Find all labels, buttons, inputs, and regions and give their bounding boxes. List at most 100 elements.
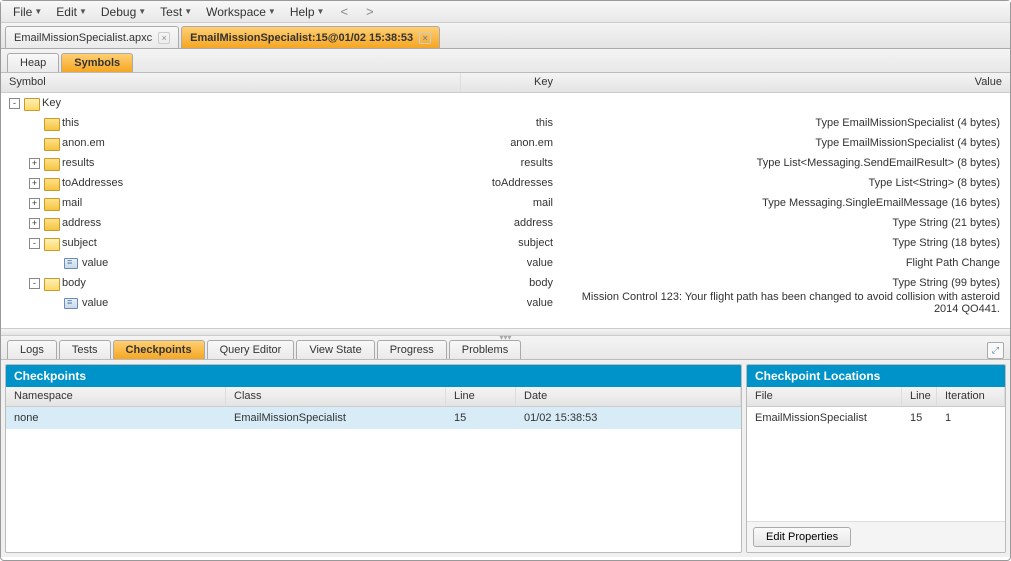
nav-fwd[interactable]: >	[358, 4, 382, 19]
expander-placeholder	[49, 258, 60, 269]
tree-row[interactable]: thisthisType EmailMissionSpecialist (4 b…	[1, 113, 1010, 133]
value-cell: Type String (99 bytes)	[561, 277, 1010, 289]
bottom-tab-view-state[interactable]: View State	[296, 340, 374, 359]
tree-row[interactable]: valuevalueFlight Path Change	[1, 253, 1010, 273]
value-cell: Type Messaging.SingleEmailMessage (16 by…	[561, 197, 1010, 209]
expand-icon[interactable]: +	[29, 158, 40, 169]
tree-row[interactable]: +mailmailType Messaging.SingleEmailMessa…	[1, 193, 1010, 213]
collapse-icon[interactable]: -	[29, 278, 40, 289]
col-symbol[interactable]: Symbol	[1, 73, 461, 92]
bottom-tab-checkpoints[interactable]: Checkpoints	[113, 340, 205, 359]
value-cell: Type EmailMissionSpecialist (4 bytes)	[561, 137, 1010, 149]
cell-class: EmailMissionSpecialist	[226, 409, 446, 427]
tree-header: Symbol Key Value	[1, 73, 1010, 93]
cell-line: 15	[902, 409, 937, 427]
collapse-icon[interactable]: -	[29, 238, 40, 249]
sub-tabbar: HeapSymbols	[1, 49, 1010, 73]
symbol-label: mail	[62, 197, 82, 209]
expander-placeholder	[29, 138, 40, 149]
locations-footer: Edit Properties	[747, 521, 1005, 552]
tree-row[interactable]: +resultsresultsType List<Messaging.SendE…	[1, 153, 1010, 173]
bottom-tabbar: LogsTestsCheckpointsQuery EditorView Sta…	[1, 336, 1010, 360]
collapse-icon[interactable]: -	[9, 98, 20, 109]
bottom-tab-logs[interactable]: Logs	[7, 340, 57, 359]
menu-file[interactable]: File ▼	[7, 3, 48, 21]
cell-file: EmailMissionSpecialist	[747, 409, 902, 427]
locations-title: Checkpoint Locations	[747, 365, 1005, 387]
checkpoint-row[interactable]: noneEmailMissionSpecialist1501/02 15:38:…	[6, 407, 741, 429]
subtab-symbols[interactable]: Symbols	[61, 53, 133, 72]
col-key[interactable]: Key	[461, 73, 561, 92]
col-namespace[interactable]: Namespace	[6, 387, 226, 406]
tree-row[interactable]: -subjectsubjectType String (18 bytes)	[1, 233, 1010, 253]
tree-row[interactable]: - Key	[1, 93, 1010, 113]
menubar: File ▼Edit ▼Debug ▼Test ▼Workspace ▼Help…	[1, 1, 1010, 23]
subtab-heap[interactable]: Heap	[7, 53, 59, 72]
menu-test[interactable]: Test ▼	[154, 3, 198, 21]
col-file[interactable]: File	[747, 387, 902, 406]
value-cell: Flight Path Change	[561, 257, 1010, 269]
file-tab-0[interactable]: EmailMissionSpecialist.apxc×	[5, 26, 179, 48]
key-cell: body	[461, 277, 561, 289]
tree-row[interactable]: +toAddressestoAddressesType List<String>…	[1, 173, 1010, 193]
bottom-tab-progress[interactable]: Progress	[377, 340, 447, 359]
splitter[interactable]: ▾▾▾	[1, 328, 1010, 336]
caret-down-icon: ▼	[317, 7, 325, 16]
folder-icon	[44, 238, 58, 249]
tree-row[interactable]: +addressaddressType String (21 bytes)	[1, 213, 1010, 233]
expander-placeholder	[49, 298, 60, 309]
symbol-label: body	[62, 277, 86, 289]
value-icon	[64, 258, 78, 269]
nav-back[interactable]: <	[332, 4, 356, 19]
col-class[interactable]: Class	[226, 387, 446, 406]
symbol-tree[interactable]: - Key thisthisType EmailMissionSpecialist …	[1, 93, 1010, 328]
menu-workspace[interactable]: Workspace ▼	[200, 3, 282, 21]
symbol-label: value	[82, 297, 108, 309]
checkpoints-title: Checkpoints	[6, 365, 741, 387]
expand-icon[interactable]: +	[29, 178, 40, 189]
symbol-label: address	[62, 217, 101, 229]
caret-down-icon: ▼	[34, 7, 42, 16]
bottom-panels: Checkpoints Namespace Class Line Date no…	[1, 360, 1010, 557]
col-line[interactable]: Line	[902, 387, 937, 406]
symbol-label: value	[82, 257, 108, 269]
close-icon[interactable]: ×	[158, 32, 170, 44]
tree-row[interactable]: -bodybodyType String (99 bytes)	[1, 273, 1010, 293]
menu-edit[interactable]: Edit ▼	[50, 3, 93, 21]
key-cell: subject	[461, 237, 561, 249]
value-cell: Type String (21 bytes)	[561, 217, 1010, 229]
value-cell: Type EmailMissionSpecialist (4 bytes)	[561, 117, 1010, 129]
location-row[interactable]: EmailMissionSpecialist151	[747, 407, 1005, 429]
close-icon[interactable]: ×	[419, 32, 431, 44]
bottom-tab-query-editor[interactable]: Query Editor	[207, 340, 295, 359]
bottom-tab-tests[interactable]: Tests	[59, 340, 111, 359]
expand-icon[interactable]: +	[29, 198, 40, 209]
tree-row[interactable]: valuevalueMission Control 123: Your flig…	[1, 293, 1010, 313]
key-cell: value	[461, 257, 561, 269]
locations-grid-header: File Line Iteration	[747, 387, 1005, 407]
col-iteration[interactable]: Iteration	[937, 387, 1005, 406]
key-cell: this	[461, 117, 561, 129]
caret-down-icon: ▼	[79, 7, 87, 16]
key-cell: address	[461, 217, 561, 229]
caret-down-icon: ▼	[184, 7, 192, 16]
expand-icon[interactable]: +	[29, 218, 40, 229]
value-cell: Mission Control 123: Your flight path ha…	[561, 291, 1010, 315]
value-cell: Type List<Messaging.SendEmailResult> (8 …	[561, 157, 1010, 169]
col-value[interactable]: Value	[561, 73, 1010, 92]
col-line[interactable]: Line	[446, 387, 516, 406]
folder-icon	[44, 138, 58, 149]
col-date[interactable]: Date	[516, 387, 741, 406]
symbol-label: Key	[42, 97, 61, 109]
menu-help[interactable]: Help ▼	[284, 3, 331, 21]
expand-panel-icon[interactable]: ⤢	[987, 342, 1004, 359]
folder-icon	[24, 98, 38, 109]
folder-icon	[44, 178, 58, 189]
file-tab-1[interactable]: EmailMissionSpecialist:15@01/02 15:38:53…	[181, 26, 440, 48]
tree-row[interactable]: anon.emanon.emType EmailMissionSpecialis…	[1, 133, 1010, 153]
menu-debug[interactable]: Debug ▼	[95, 3, 152, 21]
edit-properties-button[interactable]: Edit Properties	[753, 527, 851, 547]
bottom-tab-problems[interactable]: Problems	[449, 340, 521, 359]
caret-down-icon: ▼	[268, 7, 276, 16]
cell-iteration: 1	[937, 409, 1005, 427]
